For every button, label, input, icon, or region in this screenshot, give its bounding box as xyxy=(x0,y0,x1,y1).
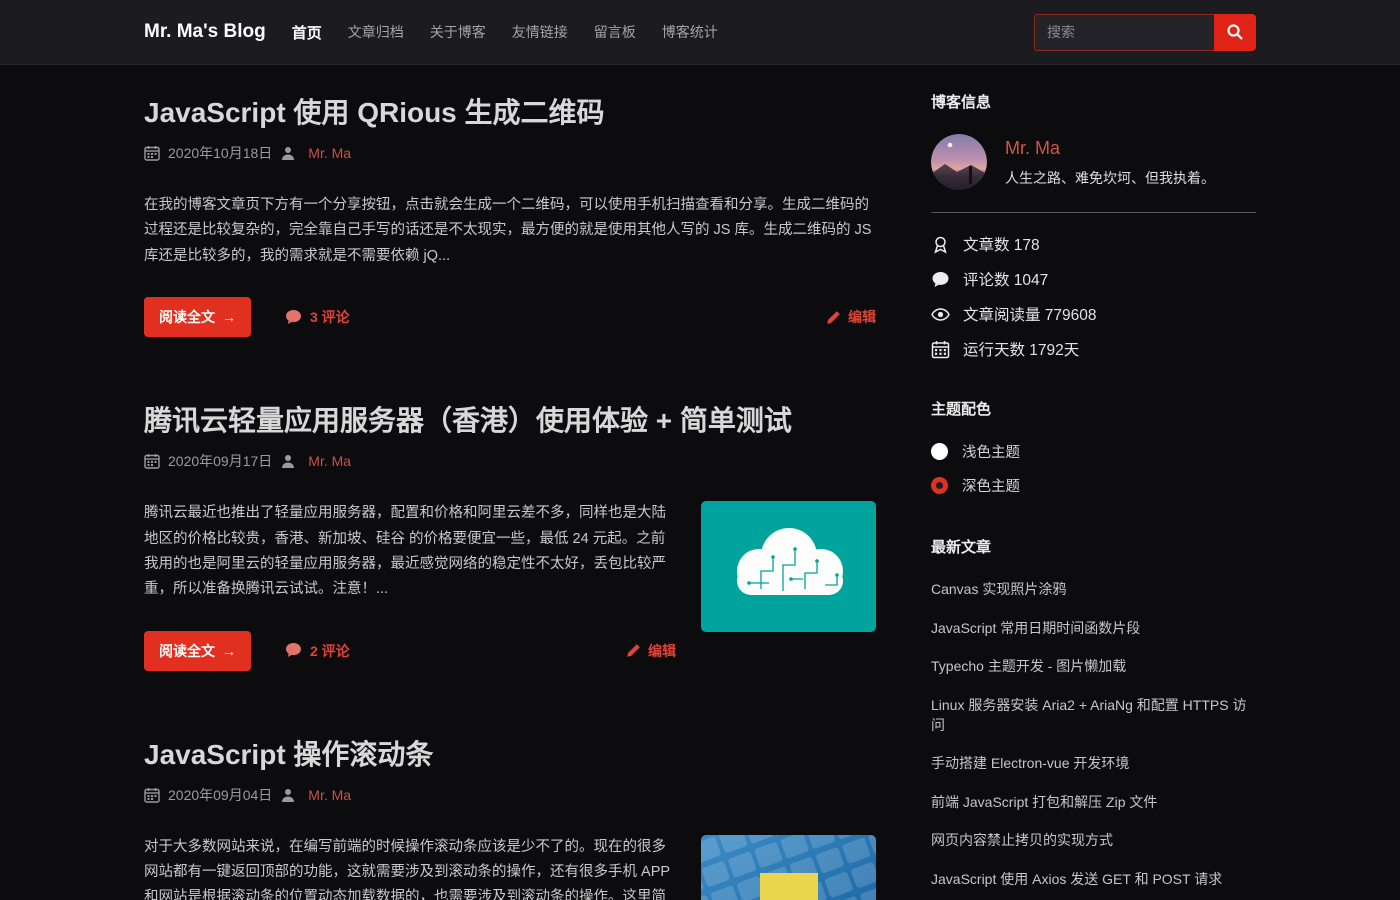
main-nav: 首页 文章归档 关于博客 友情链接 留言板 博客统计 xyxy=(292,22,718,43)
edit-link[interactable]: 编辑 xyxy=(626,641,676,661)
post-author[interactable]: Mr. Ma xyxy=(308,145,351,161)
post-excerpt: 在我的博客文章页下方有一个分享按钮，点击就会生成一个二维码，可以使用手机扫描查看… xyxy=(144,193,876,269)
user-icon xyxy=(280,453,296,469)
theme-option-label: 深色主题 xyxy=(962,475,1020,496)
read-more-label: 阅读全文 xyxy=(159,641,215,661)
theme-picker: 主题配色 浅色主题 深色主题 xyxy=(931,398,1256,496)
post-thumbnail-cloud[interactable] xyxy=(701,501,876,632)
edit-label: 编辑 xyxy=(648,641,676,661)
nav-item-links[interactable]: 友情链接 xyxy=(512,22,568,42)
user-icon xyxy=(280,787,296,803)
comment-icon xyxy=(285,642,302,659)
site-brand[interactable]: Mr. Ma's Blog xyxy=(144,21,266,43)
theme-option-dark[interactable]: 深色主题 xyxy=(931,475,1256,496)
comments-link[interactable]: 3 评论 xyxy=(285,307,350,327)
recent-post-link[interactable]: JavaScript 常用日期时间函数片段 xyxy=(931,618,1256,638)
post-excerpt: 腾讯云最近也推出了轻量应用服务器，配置和价格和阿里云差不多，同样也是大陆地区的价… xyxy=(144,501,676,603)
user-icon xyxy=(280,145,296,161)
calendar-icon xyxy=(144,145,160,161)
navbar: Mr. Ma's Blog 首页 文章归档 关于博客 友情链接 留言板 博客统计 xyxy=(0,0,1400,65)
comments-count: 2 评论 xyxy=(310,641,350,661)
post-title[interactable]: JavaScript 使用 QRious 生成二维码 xyxy=(144,91,876,131)
stat-text: 运行天数 1792天 xyxy=(963,338,1079,360)
recent-post-link[interactable]: 前端 JavaScript 打包和解压 Zip 文件 xyxy=(931,792,1256,812)
recent-posts: 最新文章 Canvas 实现照片涂鸦 JavaScript 常用日期时间函数片段… xyxy=(931,536,1256,900)
post-title[interactable]: JavaScript 操作滚动条 xyxy=(144,733,876,773)
edit-link[interactable]: 编辑 xyxy=(826,307,876,327)
sidebar-divider xyxy=(931,212,1256,213)
post-date: 2020年09月04日 xyxy=(168,785,272,805)
blog-stats: 文章数 178 评论数 1047 文章阅读量 779608 运行天数 1792天 xyxy=(931,233,1256,360)
recent-post-link[interactable]: JavaScript 使用 Axios 发送 GET 和 POST 请求 xyxy=(931,869,1256,889)
recent-title: 最新文章 xyxy=(931,536,1256,557)
recent-post-link[interactable]: Typecho 主题开发 - 图片懒加载 xyxy=(931,656,1256,676)
sidebar: 博客信息 xyxy=(931,91,1256,900)
search-icon xyxy=(1226,23,1244,41)
nav-item-stats[interactable]: 博客统计 xyxy=(662,22,718,42)
radio-selected-icon[interactable] xyxy=(931,477,948,494)
theme-option-label: 浅色主题 xyxy=(962,441,1020,462)
nav-item-guestbook[interactable]: 留言板 xyxy=(594,22,636,42)
pencil-icon xyxy=(826,310,841,325)
comment-icon xyxy=(285,309,302,326)
avatar[interactable] xyxy=(931,134,987,190)
post-title[interactable]: 腾讯云轻量应用服务器（香港）使用体验 + 简单测试 xyxy=(144,399,876,439)
post-card-1: JavaScript 使用 QRious 生成二维码 2020年10月18日 M… xyxy=(144,91,876,337)
post-card-3: JavaScript 操作滚动条 2020年09月04日 Mr. Ma 对于大多… xyxy=(144,733,876,900)
post-list: JavaScript 使用 QRious 生成二维码 2020年10月18日 M… xyxy=(144,91,876,900)
comments-link[interactable]: 2 评论 xyxy=(285,641,350,661)
search-input[interactable] xyxy=(1034,14,1214,51)
profile-card: Mr. Ma 人生之路、难免坎坷、但我执着。 xyxy=(931,134,1256,190)
stat-comments: 评论数 1047 xyxy=(931,268,1256,290)
calendar-icon xyxy=(144,453,160,469)
search-form xyxy=(1034,14,1256,51)
nav-item-home[interactable]: 首页 xyxy=(292,22,322,43)
stat-text: 评论数 1047 xyxy=(963,268,1048,290)
post-meta: 2020年09月17日 Mr. Ma xyxy=(144,451,876,471)
calendar-icon xyxy=(144,787,160,803)
nav-item-about[interactable]: 关于博客 xyxy=(430,22,486,42)
nav-item-archive[interactable]: 文章归档 xyxy=(348,22,404,42)
comment-icon xyxy=(931,270,950,289)
post-excerpt: 对于大多数网站来说，在编写前端的时候操作滚动条应该是少不了的。现在的很多网站都有… xyxy=(144,835,676,900)
stat-views: 文章阅读量 779608 xyxy=(931,303,1256,325)
pencil-icon xyxy=(626,643,641,658)
recent-post-link[interactable]: Canvas 实现照片涂鸦 xyxy=(931,579,1256,599)
recent-post-link[interactable]: 手动搭建 Electron-vue 开发环境 xyxy=(931,753,1256,773)
arrow-right-icon: → xyxy=(222,309,236,325)
post-date: 2020年10月18日 xyxy=(168,143,272,163)
read-more-label: 阅读全文 xyxy=(159,307,215,327)
stat-articles: 文章数 178 xyxy=(931,233,1256,255)
read-more-button[interactable]: 阅读全文 → xyxy=(144,297,251,337)
stat-text: 文章数 178 xyxy=(963,233,1040,255)
radio-unselected-icon[interactable] xyxy=(931,443,948,460)
post-thumbnail-js[interactable]: JS xyxy=(701,835,876,900)
post-card-2: 腾讯云轻量应用服务器（香港）使用体验 + 简单测试 2020年09月17日 Mr… xyxy=(144,399,876,671)
search-button[interactable] xyxy=(1214,14,1256,51)
profile-bio: 人生之路、难免坎坷、但我执着。 xyxy=(1005,168,1215,188)
stat-days: 运行天数 1792天 xyxy=(931,338,1256,360)
post-author[interactable]: Mr. Ma xyxy=(308,787,351,803)
post-author[interactable]: Mr. Ma xyxy=(308,453,351,469)
arrow-right-icon: → xyxy=(222,643,236,659)
post-meta: 2020年10月18日 Mr. Ma xyxy=(144,143,876,163)
medal-icon xyxy=(931,235,950,254)
recent-post-link[interactable]: Linux 服务器安装 Aria2 + AriaNg 和配置 HTTPS 访问 xyxy=(931,695,1256,735)
post-date: 2020年09月17日 xyxy=(168,451,272,471)
post-meta: 2020年09月04日 Mr. Ma xyxy=(144,785,876,805)
calendar-icon xyxy=(931,340,950,359)
recent-post-link[interactable]: 网页内容禁止拷贝的实现方式 xyxy=(931,830,1256,850)
sidebar-info-title: 博客信息 xyxy=(931,91,1256,112)
stat-text: 文章阅读量 779608 xyxy=(963,303,1097,325)
eye-icon xyxy=(931,305,950,324)
theme-title: 主题配色 xyxy=(931,398,1256,419)
comments-count: 3 评论 xyxy=(310,307,350,327)
edit-label: 编辑 xyxy=(848,307,876,327)
profile-name[interactable]: Mr. Ma xyxy=(1005,138,1215,159)
read-more-button[interactable]: 阅读全文 → xyxy=(144,631,251,671)
theme-option-light[interactable]: 浅色主题 xyxy=(931,441,1256,462)
